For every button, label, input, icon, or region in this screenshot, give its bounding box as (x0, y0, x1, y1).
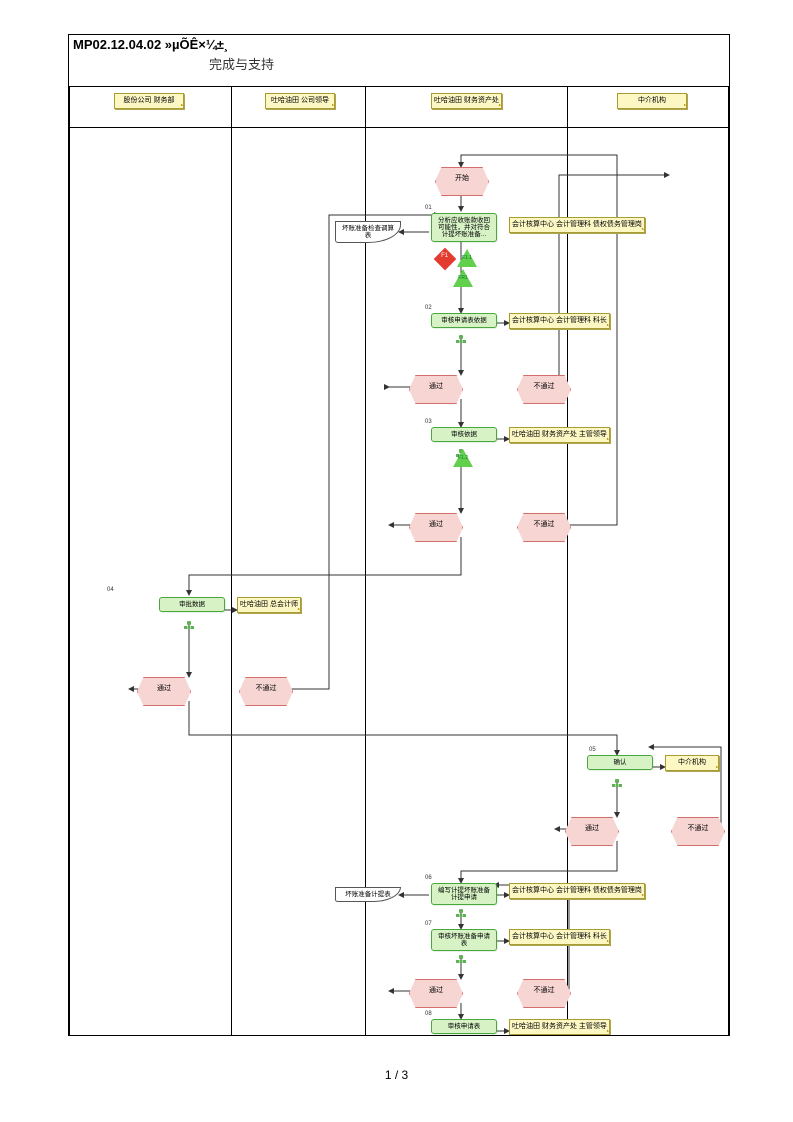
step-04-org: 吐哈油田 总会计师◔ (237, 597, 301, 613)
step-number: 04 (107, 587, 114, 593)
org-icon (456, 335, 466, 343)
decision-pass: 通过 (565, 817, 619, 846)
step-01-org: 会计核算中心 会计管理科 债权债务管理岗◔ (509, 217, 645, 233)
page-number: 1 / 3 (0, 1068, 793, 1082)
doc-code: MP02.12.04.02 »µÕÊ×¼±¸ (69, 35, 729, 54)
lane-divider (231, 86, 232, 1035)
decision-fail: 不通过 (671, 817, 725, 846)
decision-fail: 不通过 (517, 979, 571, 1008)
step-08: 审核申请表 (431, 1019, 497, 1034)
decision-pass: 通过 (137, 677, 191, 706)
decision-fail: 不通过 (517, 375, 571, 404)
lane-label-2: 吐哈油田 公司领导◔ (265, 93, 335, 109)
step-02-org: 会计核算中心 会计管理科 科长◔ (509, 313, 610, 329)
org-icon (612, 779, 622, 787)
step-05-org: 中介机构◔ (665, 755, 719, 771)
org-icon (184, 621, 194, 629)
lane-label-4: 中介机构◔ (617, 93, 687, 109)
step-03-org: 吐哈油田 财务资产处 主管领导◔ (509, 427, 610, 443)
lane-label-3: 吐哈油田 财务资产处◔ (431, 93, 502, 109)
step-01-document: 坏账准备检查调算表 (335, 221, 401, 243)
step-number: 08 (425, 1011, 432, 1017)
decision-fail: 不通过 (239, 677, 293, 706)
org-icon (456, 909, 466, 917)
step-03: 审核依据 (431, 427, 497, 442)
step-number: 01 (425, 205, 432, 211)
step-number: 07 (425, 921, 432, 927)
step-05: 确认 (587, 755, 653, 770)
step-07-org: 会计核算中心 会计管理科 科长◔ (509, 929, 610, 945)
org-icon (456, 955, 466, 963)
start-node: 开始 (435, 167, 489, 196)
step-02: 审核申请表依据 (431, 313, 497, 328)
control-icon: F1.2 (453, 449, 473, 467)
step-06-org: 会计核算中心 会计管理科 债权债务管理岗◔ (509, 883, 645, 899)
step-number: 02 (425, 305, 432, 311)
doc-subtitle: 完成与支持 (69, 54, 729, 73)
step-01: 分析应收账款收回可能性，并对符合计提坏账准备... (431, 213, 497, 242)
risk-icon: F1 (434, 248, 457, 271)
control-icon: F1.1 (457, 249, 477, 267)
step-06-document: 坏账准备计提表 (335, 887, 401, 902)
lane-label-1: 股份公司 财务部◔ (114, 93, 184, 109)
decision-pass: 通过 (409, 979, 463, 1008)
step-04: 审批数据 (159, 597, 225, 612)
decision-pass: 通过 (409, 375, 463, 404)
step-number: 03 (425, 419, 432, 425)
step-08-org: 吐哈油田 财务资产处 主管领导◔ (509, 1019, 610, 1035)
step-number: 06 (425, 875, 432, 881)
document-frame: MP02.12.04.02 »µÕÊ×¼±¸ 完成与支持 股份公司 财务部◔ 吐… (68, 34, 730, 1036)
decision-fail: 不通过 (517, 513, 571, 542)
control-icon: FR1 (453, 269, 473, 287)
step-number: 05 (589, 747, 596, 753)
step-07: 审核坏账准备申请表 (431, 929, 497, 951)
step-06: 编写计提坏账准备计提申请 (431, 883, 497, 905)
decision-pass: 通过 (409, 513, 463, 542)
